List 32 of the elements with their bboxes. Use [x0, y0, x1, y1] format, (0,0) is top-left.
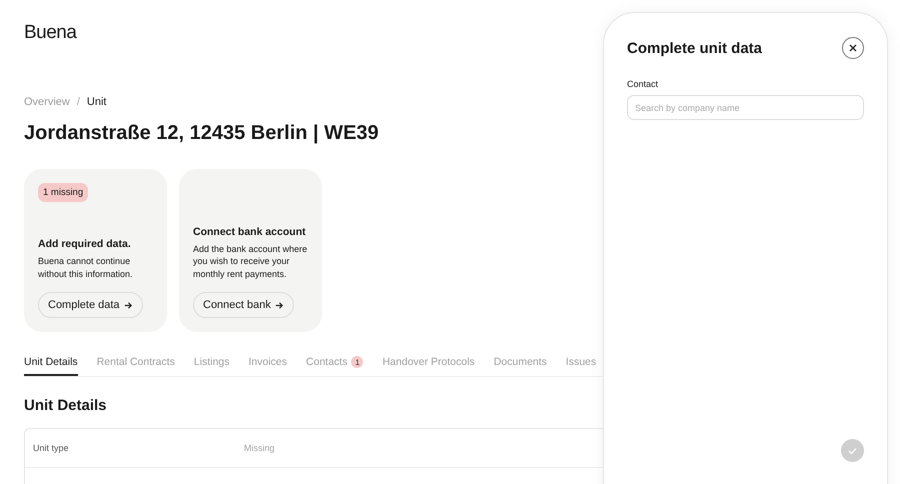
row-value: Missing — [244, 443, 275, 453]
card-text: Add the bank account where you wish to receive your monthly rent payments. — [193, 242, 308, 280]
card-button[interactable]: Connect bank — [193, 292, 294, 318]
breadcrumb-link[interactable]: Overview — [24, 96, 70, 108]
missing-badge: 1 missing — [38, 183, 88, 202]
tab[interactable]: Handover Protocols — [382, 356, 475, 376]
arrow-right-icon — [274, 300, 284, 310]
page-title: Jordanstraße 12, 12435 Berlin | WE39 — [24, 122, 380, 145]
contact-search-field[interactable]: Search by company name — [627, 95, 864, 120]
tab[interactable]: Contacts 1 — [306, 356, 364, 376]
close-button[interactable] — [842, 37, 864, 59]
card-text: Buena cannot continue without this information. — [38, 255, 134, 280]
row-label: Unit type — [33, 443, 70, 453]
card-button[interactable]: Complete data — [38, 292, 143, 318]
tab[interactable]: Invoices — [248, 356, 288, 376]
tab[interactable]: Documents — [494, 356, 547, 376]
section-title: Unit Details — [24, 397, 108, 414]
field-label: Contact — [627, 79, 660, 89]
arrow-right-icon — [124, 300, 133, 310]
card-heading: Connect bank account — [193, 226, 307, 238]
card-heading: Add required data. — [38, 238, 132, 250]
check-icon — [848, 446, 857, 454]
close-icon — [849, 44, 857, 52]
logo: Buena — [24, 22, 78, 44]
count-badge: 1 — [351, 356, 364, 368]
tab[interactable]: Listings — [194, 356, 230, 376]
tab[interactable]: Issues — [566, 356, 596, 376]
breadcrumb-separator: / — [76, 96, 80, 108]
panel-title: Complete unit data — [627, 40, 762, 56]
breadcrumb-link[interactable]: Unit — [86, 96, 106, 108]
tab[interactable]: Unit Details — [24, 356, 78, 376]
tab[interactable]: Rental Contracts — [96, 356, 175, 376]
